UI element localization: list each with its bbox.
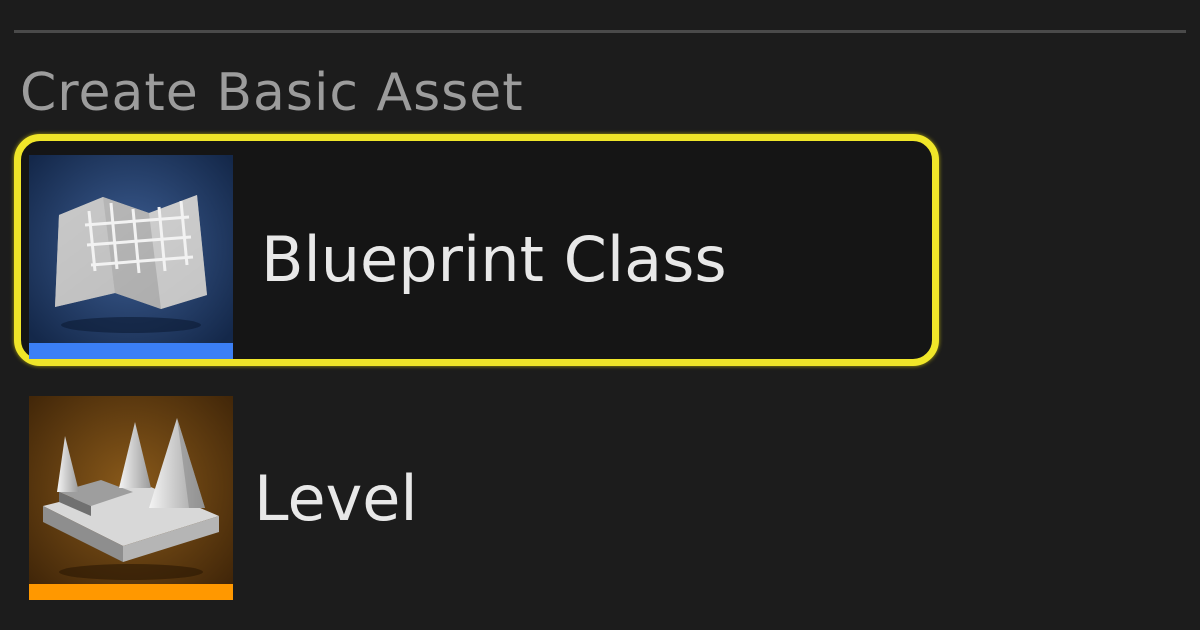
menu-item-label: Level [254, 462, 418, 535]
menu-item-level[interactable]: Level [14, 376, 939, 608]
create-asset-menu: Create Basic Asset Blueprint Class Level [0, 0, 1200, 630]
blueprint-thumbnail [29, 155, 233, 359]
section-header: Create Basic Asset [20, 63, 524, 123]
asset-type-color-bar [29, 343, 233, 359]
level-icon [29, 396, 233, 600]
blueprint-icon [29, 155, 233, 359]
menu-item-label: Blueprint Class [261, 223, 727, 296]
menu-item-blueprint-class[interactable]: Blueprint Class [14, 134, 939, 366]
level-thumbnail [29, 396, 233, 600]
menu-divider [14, 30, 1186, 33]
asset-type-color-bar [29, 584, 233, 600]
